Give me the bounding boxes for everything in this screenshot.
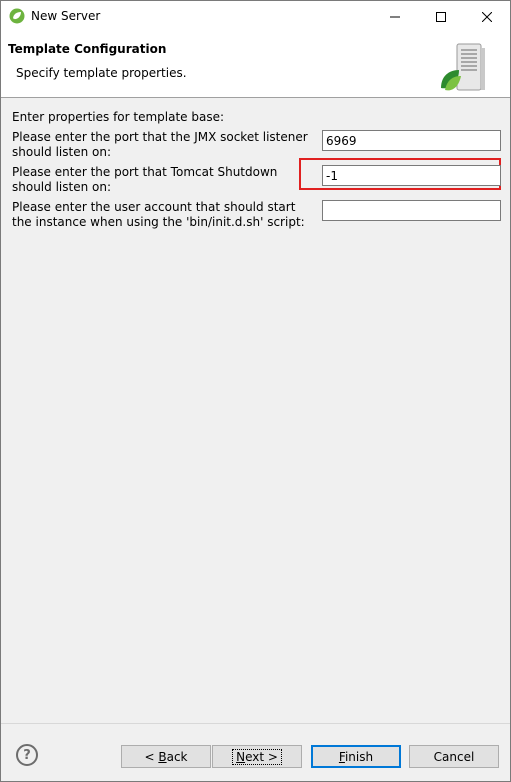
back-label: < Back xyxy=(144,750,187,764)
help-icon[interactable]: ? xyxy=(16,744,38,766)
back-rest: ack xyxy=(166,749,188,764)
finish-rest: inish xyxy=(344,749,374,764)
next-label: Next > xyxy=(232,748,282,765)
template-properties-panel: Enter properties for template base: Plea… xyxy=(1,99,510,723)
minimize-button[interactable] xyxy=(372,1,418,32)
maximize-button[interactable] xyxy=(418,1,464,32)
finish-button[interactable]: Finish xyxy=(311,745,401,768)
intro-text: Enter properties for template base: xyxy=(12,110,225,124)
back-prefix: < xyxy=(144,749,159,764)
jmx-port-label: Please enter the port that the JMX socke… xyxy=(12,130,308,159)
next-rest: ext > xyxy=(245,749,278,764)
user-account-input[interactable] xyxy=(322,200,501,221)
shutdown-port-input[interactable] xyxy=(322,165,501,186)
new-server-dialog: New Server Template Configuration Specif… xyxy=(0,0,511,782)
back-button[interactable]: < Back xyxy=(121,745,211,768)
maximize-icon xyxy=(436,11,446,22)
page-title: Template Configuration xyxy=(8,42,167,56)
spring-leaf-icon xyxy=(9,8,25,24)
close-icon xyxy=(482,11,492,22)
cancel-label: Cancel xyxy=(433,749,475,764)
next-button[interactable]: Next > xyxy=(212,745,302,768)
title-bar[interactable]: New Server xyxy=(1,1,510,32)
cancel-button[interactable]: Cancel xyxy=(409,745,499,768)
window-title: New Server xyxy=(31,9,101,23)
help-glyph: ? xyxy=(23,747,31,763)
back-mnemonic: B xyxy=(158,749,167,764)
finish-label: Finish xyxy=(339,750,373,764)
minimize-icon xyxy=(390,16,400,17)
shutdown-port-label: Please enter the port that Tomcat Shutdo… xyxy=(12,165,278,194)
jmx-port-input[interactable] xyxy=(322,130,501,151)
footer-separator xyxy=(1,723,510,724)
close-button[interactable] xyxy=(464,1,510,32)
user-account-label: Please enter the user account that shoul… xyxy=(12,200,305,229)
next-mnemonic: N xyxy=(236,749,246,764)
page-description: Specify template properties. xyxy=(16,66,187,80)
server-tower-icon xyxy=(441,43,485,91)
wizard-banner: Template Configuration Specify template … xyxy=(1,32,510,98)
